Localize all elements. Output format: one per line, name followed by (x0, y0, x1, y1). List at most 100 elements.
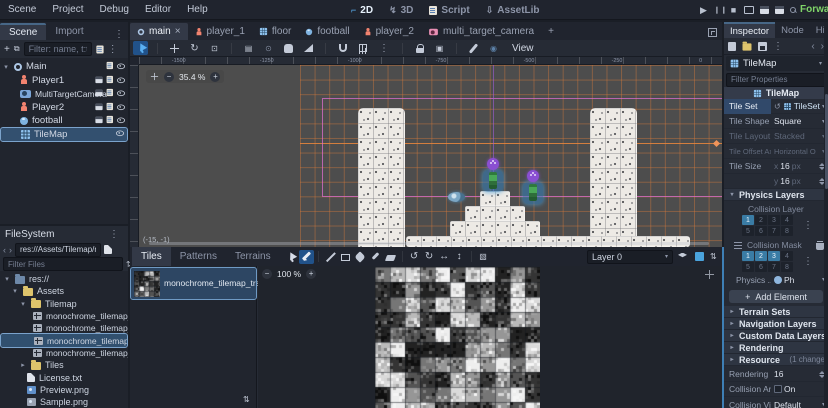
menu-scene[interactable]: Scene (0, 4, 44, 15)
scene-instance-icon[interactable] (95, 116, 102, 122)
visibility-icon[interactable] (117, 103, 125, 109)
flip-horizontal-button[interactable]: ↔ (437, 250, 452, 264)
fs-item-monochrome-2[interactable]: monochrome_tilemap_... (0, 322, 128, 334)
pyramid-row-1[interactable] (480, 191, 510, 206)
rotate-left-button[interactable]: ↺ (407, 250, 422, 264)
drag-handle-icon[interactable] (734, 242, 742, 249)
collapse-icon[interactable]: ▾ (2, 63, 10, 71)
fs-item-sample[interactable]: Sample.png (0, 396, 128, 408)
inspector-filter-input[interactable] (726, 73, 828, 87)
center-view-icon[interactable] (151, 73, 158, 80)
visibility-icon[interactable] (117, 76, 125, 82)
save-resource-button[interactable] (758, 42, 767, 51)
scene-instance-icon[interactable] (95, 89, 102, 95)
tree-node-tilemap[interactable]: TileMap (1, 128, 127, 142)
tree-node-football[interactable]: football (0, 114, 128, 128)
ruler-tool-button[interactable] (301, 41, 316, 55)
atlas-pan-icon[interactable] (705, 270, 714, 279)
inspector-scrollbar[interactable] (824, 22, 828, 408)
edited-object-selector[interactable]: TileMap ▾ (726, 56, 826, 71)
tab-scene[interactable]: Scene (0, 23, 46, 40)
section-custom-data-layers[interactable]: ▸Custom Data Layers (724, 330, 828, 342)
workspace-2d-button[interactable]: ⌐2D (344, 0, 380, 20)
fs-item-monochrome-4[interactable]: monochrome_tilemap_... (0, 347, 128, 359)
new-resource-button[interactable] (728, 42, 736, 51)
filesystem-options-menu[interactable]: ⋮ (105, 229, 123, 240)
skeleton-options-button[interactable] (466, 41, 481, 55)
tile-picker-tool[interactable] (368, 250, 383, 264)
fs-item-assets[interactable]: ▾Assets (0, 285, 128, 297)
visibility-icon[interactable] (117, 117, 125, 123)
tile-size-y-field[interactable]: y 16 px (771, 176, 828, 186)
view-menu-button[interactable]: View (506, 43, 540, 54)
section-terrain-sets[interactable]: ▸Terrain Sets (724, 306, 828, 318)
collision-mask-options[interactable]: ⋮ (799, 256, 817, 267)
atlas-zoom-out-button[interactable]: − (262, 269, 272, 279)
scene-tree-options-menu[interactable]: ⋮ (108, 44, 118, 55)
source-sort-button[interactable]: ⇅ (243, 395, 252, 404)
remote-debug-icon[interactable] (744, 6, 754, 14)
path-breadcrumb[interactable] (15, 243, 101, 257)
tile-layout-dropdown[interactable]: Stacked▾ (771, 131, 828, 141)
pan-tool-button[interactable] (281, 41, 296, 55)
fs-item-tilemap-folder[interactable]: ▾Tilemap (0, 298, 128, 310)
nav-forward-button[interactable]: › (9, 245, 12, 255)
distraction-free-icon[interactable] (708, 28, 717, 37)
tree-node-main[interactable]: ▾ Main (0, 60, 128, 74)
load-resource-button[interactable] (743, 43, 752, 50)
tab-terrains[interactable]: Terrains (226, 247, 280, 266)
zoom-out-button[interactable]: − (164, 72, 174, 82)
right-tower-tiles[interactable] (590, 108, 637, 247)
tab-import[interactable]: Import (46, 24, 92, 40)
section-resource[interactable]: ▸Resource(1 change (724, 354, 828, 366)
panel-options-menu[interactable]: ⋮ (110, 29, 128, 40)
player2-camera-target-gizmo[interactable] (527, 170, 539, 182)
random-tile-toggle[interactable]: ▧ (476, 250, 491, 264)
menu-project[interactable]: Project (44, 4, 91, 15)
tile-bucket-tool[interactable] (353, 250, 368, 264)
workspace-assetlib-button[interactable]: ⇩AssetLib (479, 0, 547, 20)
rotate-tool-button[interactable]: ↻ (187, 41, 202, 55)
history-back-button[interactable]: ‹ (811, 41, 814, 52)
lock-selected-button[interactable] (412, 41, 427, 55)
tileset-atlas-area[interactable]: − 100 % + (258, 266, 722, 408)
prop-label[interactable]: Tile Set (724, 99, 771, 114)
player1-camera-target-gizmo[interactable] (487, 158, 499, 170)
smart-snap-toggle[interactable] (335, 41, 350, 55)
fs-item-license[interactable]: License.txt (0, 371, 128, 383)
scene-tab-player-2[interactable]: player_2 (357, 23, 421, 40)
tile-size-x-field[interactable]: x 16 px (771, 161, 828, 171)
tileset-source-item[interactable]: monochrome_tilemap_tra... (131, 268, 256, 299)
flip-vertical-button[interactable]: ↕ (452, 250, 467, 264)
new-scene-tab-button[interactable]: + (541, 23, 561, 40)
tab-inspector[interactable]: Inspector (724, 22, 775, 38)
tilemap-advanced-menu[interactable]: ⇅ (707, 250, 722, 264)
script-icon[interactable] (107, 75, 113, 82)
fs-item-res[interactable]: ▾res:// (0, 273, 128, 285)
tileset-atlas-preview[interactable] (375, 267, 540, 408)
tile-line-tool[interactable] (323, 250, 338, 264)
left-tower-tiles[interactable] (358, 108, 405, 247)
atlas-zoom-in-button[interactable]: + (306, 269, 316, 279)
workspace-script-button[interactable]: Script (422, 0, 476, 20)
visibility-icon[interactable] (116, 129, 124, 135)
fs-item-tiles-folder[interactable]: ▸Tiles (0, 359, 128, 371)
add-node-button[interactable]: + (4, 44, 10, 55)
grid-visibility-toggle[interactable] (692, 250, 707, 264)
rotate-right-button[interactable]: ↻ (422, 250, 437, 264)
tab-patterns[interactable]: Patterns (171, 247, 226, 266)
script-icon[interactable] (107, 62, 113, 69)
physics-material-picker[interactable]: Ph ▾ (771, 275, 828, 285)
fs-item-monochrome-3[interactable]: monochrome_tilemap_... (1, 334, 127, 346)
tile-offset-axis-dropdown[interactable]: Horizontal O▾ (771, 147, 828, 156)
group-selected-button[interactable]: ▣ (432, 41, 447, 55)
zoom-in-button[interactable]: + (210, 72, 220, 82)
menu-help[interactable]: Help (179, 4, 216, 15)
collision-visibility-dropdown[interactable]: Default ▾ (771, 400, 828, 408)
visibility-icon[interactable] (117, 90, 125, 96)
play-scene-button[interactable] (760, 6, 769, 14)
delete-layer-button[interactable] (816, 241, 824, 250)
zoom-level[interactable]: 35.4 % (179, 72, 205, 82)
pyramid-row-3[interactable] (450, 221, 540, 237)
scale-tool-button[interactable]: ⊡ (207, 41, 222, 55)
